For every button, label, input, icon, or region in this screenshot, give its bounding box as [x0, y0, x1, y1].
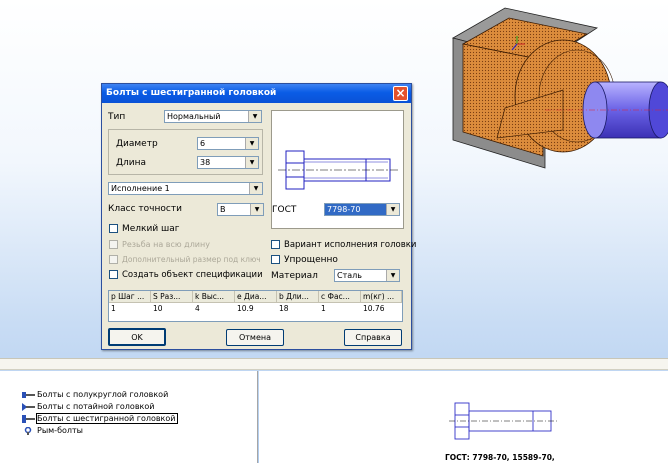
chevron-down-icon: ▼ — [386, 270, 399, 281]
bolt-icon — [22, 391, 35, 398]
bolt-icon — [22, 414, 35, 423]
length-select[interactable]: 38 ▼ — [197, 156, 259, 169]
tree-item-label: Болты с потайной головкой — [37, 402, 155, 411]
bolt-icon — [22, 402, 35, 411]
3d-model-viewport[interactable] — [445, 0, 668, 190]
simplified-label: Упрощенно — [284, 255, 338, 265]
bolt-dialog: Болты с шестигранной головкой × Тип Норм… — [101, 83, 416, 350]
table-cell[interactable]: 10.9 — [235, 303, 277, 315]
length-label: Длина — [116, 158, 147, 168]
table-header[interactable]: p Шаг ... — [109, 291, 151, 303]
spec-object-label: Создать объект спецификации — [122, 270, 263, 280]
help-button[interactable]: Справка — [344, 329, 402, 346]
parameters-table[interactable]: p Шаг ... S Раз... k Выс... e Диа... b Д… — [108, 290, 403, 322]
chevron-down-icon: ▼ — [245, 157, 258, 168]
gost-caption: ГОСТ: 7798-70, 15589-70, — [445, 453, 555, 462]
size-group: Диаметр 6 ▼ Длина 38 ▼ — [108, 129, 263, 175]
panel-splitter[interactable] — [0, 358, 668, 370]
head-variant-label: Вариант исполнения головки — [284, 240, 417, 250]
cancel-button[interactable]: Отмена — [226, 329, 284, 346]
chevron-down-icon: ▼ — [245, 138, 258, 149]
table-header[interactable]: b Дли... — [277, 291, 319, 303]
material-select-value: Сталь — [337, 271, 362, 280]
table-cell[interactable]: 4 — [193, 303, 235, 315]
material-select[interactable]: Сталь ▼ — [334, 269, 400, 282]
tree-item-eye-bolt[interactable]: Рым-болты — [22, 425, 83, 437]
tree-item-countersunk-head[interactable]: Болты с потайной головкой — [22, 401, 154, 413]
table-cell[interactable]: 1 — [319, 303, 361, 315]
length-select-value: 38 — [200, 158, 211, 167]
chevron-down-icon: ▼ — [248, 111, 261, 122]
table-cell[interactable]: 10.76 — [361, 303, 402, 315]
execution-select[interactable]: Исполнение 1 ▼ — [108, 182, 263, 195]
execution-select-value: Исполнение 1 — [111, 184, 170, 193]
accuracy-select[interactable]: B ▼ — [217, 203, 264, 216]
tree-item-label: Болты с шестигранной головкой — [35, 413, 179, 424]
tree-item-hex-head[interactable]: Болты с шестигранной головкой — [22, 413, 179, 425]
tree-item-round-head[interactable]: Болты с полукруглой головкой — [22, 389, 168, 401]
eye-bolt-icon — [24, 426, 32, 435]
library-preview-panel: ГОСТ: 7798-70, 15589-70, — [259, 371, 668, 463]
spec-object-checkbox[interactable] — [109, 270, 118, 279]
table-cell[interactable]: 1 — [109, 303, 151, 315]
gost-label: ГОСТ — [272, 205, 297, 215]
chevron-down-icon: ▼ — [249, 183, 262, 194]
table-cell[interactable]: 10 — [151, 303, 193, 315]
tree-item-label: Рым-болты — [37, 426, 83, 435]
table-header[interactable]: S Раз... — [151, 291, 193, 303]
table-cell[interactable]: 18 — [277, 303, 319, 315]
close-button[interactable]: × — [393, 86, 408, 101]
extra-size-checkbox — [109, 255, 118, 264]
extra-size-label: Дополнительный размер под ключ — [122, 255, 261, 264]
accuracy-select-value: B — [220, 205, 226, 214]
ok-button[interactable]: OK — [108, 328, 166, 346]
head-variant-checkbox[interactable] — [271, 240, 280, 249]
diameter-label: Диаметр — [116, 139, 158, 149]
type-select[interactable]: Нормальный ▼ — [164, 110, 262, 123]
tree-item-label: Болты с полукруглой головкой — [37, 390, 169, 399]
table-header[interactable]: e Диа... — [235, 291, 277, 303]
full-thread-label: Резьба на всю длину — [122, 240, 210, 249]
gost-select[interactable]: 7798-70 ▼ — [324, 203, 400, 216]
fine-pitch-checkbox[interactable] — [109, 224, 118, 233]
accuracy-label: Класс точности — [108, 204, 182, 214]
diameter-select-value: 6 — [200, 139, 206, 148]
bolt-preview-drawing — [449, 402, 559, 440]
fine-pitch-label: Мелкий шаг — [122, 224, 180, 234]
table-header[interactable]: c Фас... — [319, 291, 361, 303]
close-icon: × — [395, 86, 406, 100]
dialog-title-bar[interactable]: Болты с шестигранной головкой — [102, 84, 411, 103]
cad-workspace: { "dialog": { "title": "Болты с шестигра… — [0, 0, 668, 463]
type-select-value: Нормальный — [167, 112, 221, 121]
chevron-down-icon: ▼ — [386, 204, 399, 215]
simplified-checkbox[interactable] — [271, 255, 280, 264]
type-label: Тип — [108, 112, 126, 122]
table-header[interactable]: m(кг) ... — [361, 291, 402, 303]
diameter-select[interactable]: 6 ▼ — [197, 137, 259, 150]
library-tree: Болты с полукруглой головкой Болты с пот… — [0, 371, 258, 463]
full-thread-checkbox — [109, 240, 118, 249]
material-label: Материал — [271, 271, 318, 281]
chevron-down-icon: ▼ — [250, 204, 263, 215]
gost-select-value: 7798-70 — [327, 205, 361, 214]
dialog-title: Болты с шестигранной головкой — [106, 88, 277, 98]
table-header[interactable]: k Выс... — [193, 291, 235, 303]
